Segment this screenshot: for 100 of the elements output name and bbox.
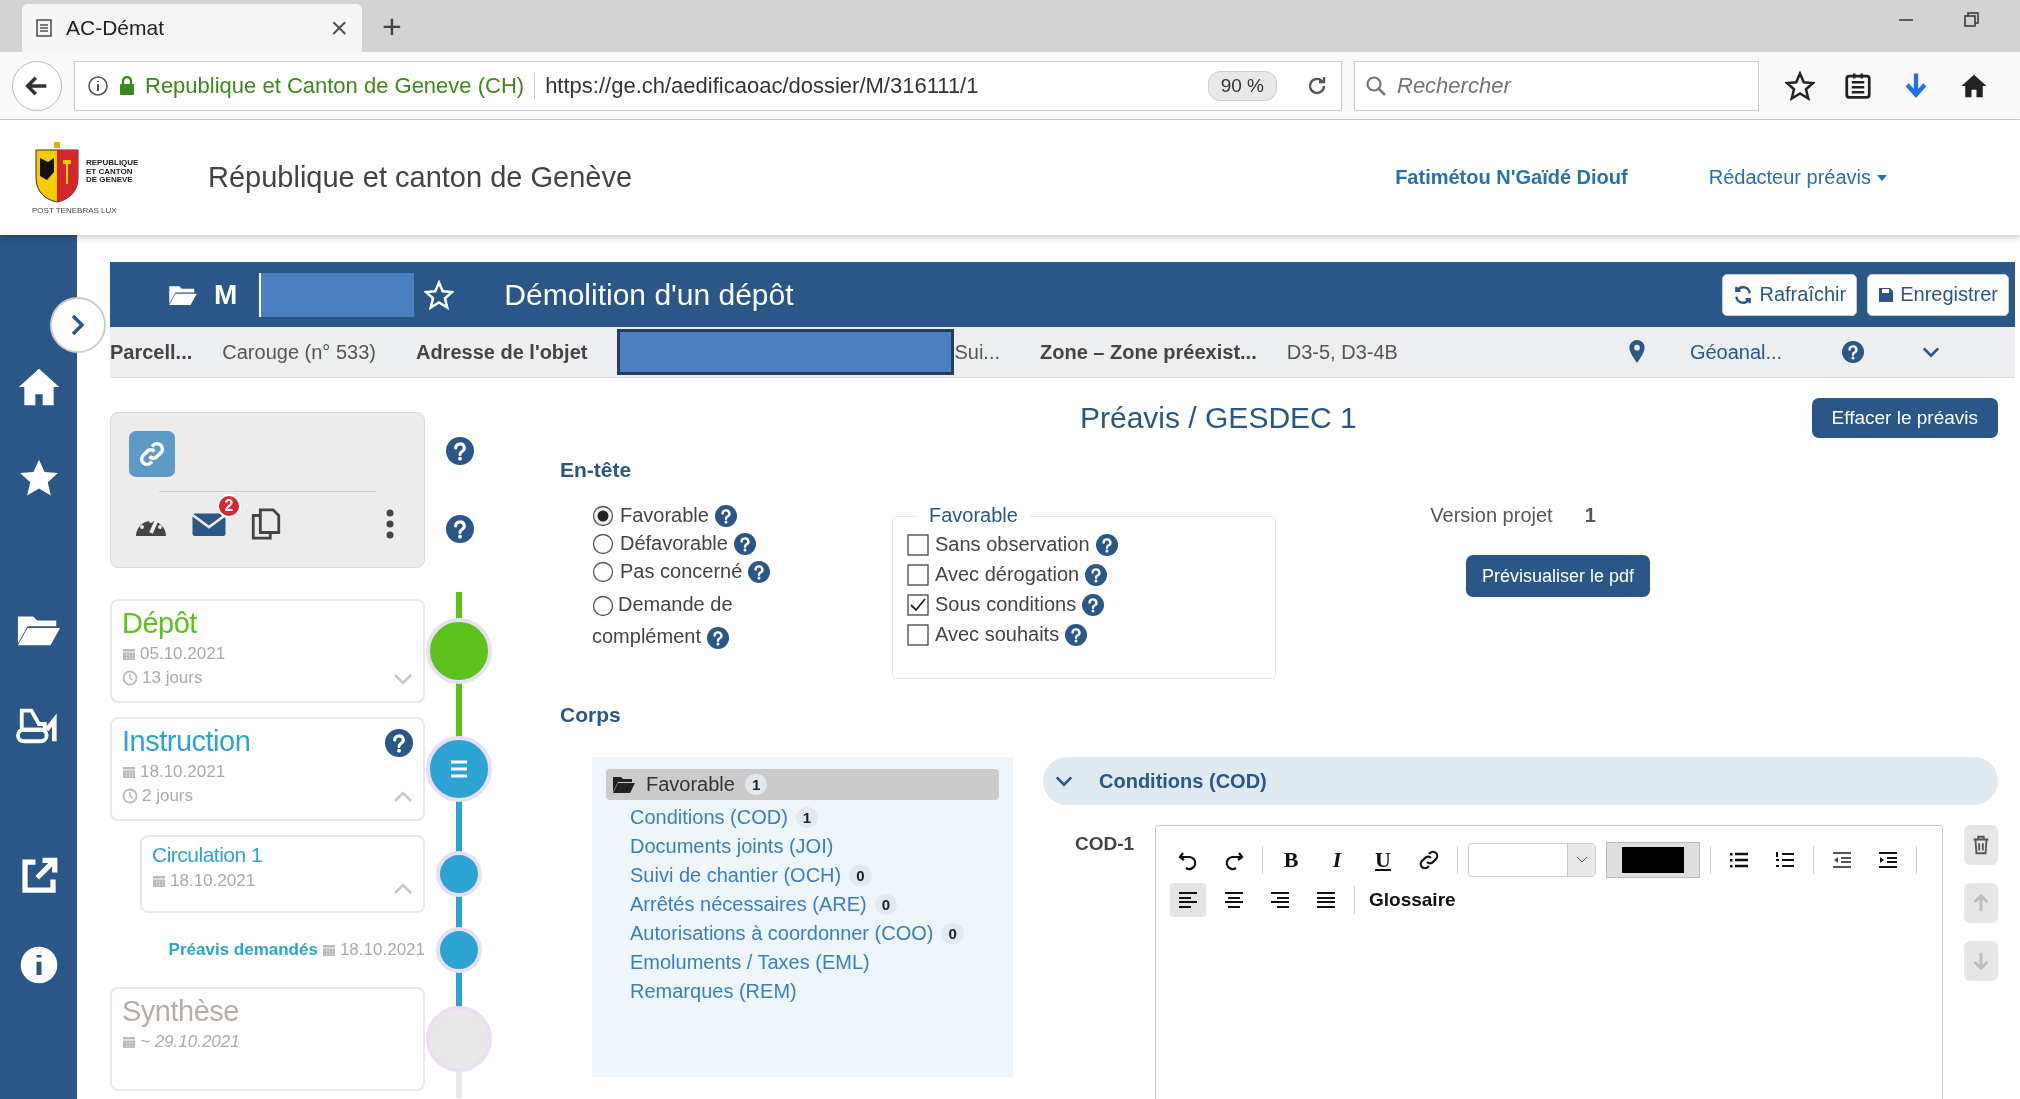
- radio-option[interactable]: Demande de complément: [592, 588, 742, 652]
- radio-option[interactable]: Pas concerné: [592, 560, 771, 583]
- entry-label: COD-1: [1074, 832, 1136, 856]
- tree-item[interactable]: Conditions (COD) 1: [630, 806, 819, 829]
- count-badge: 1: [744, 774, 768, 795]
- tree-item[interactable]: Documents joints (JOI): [630, 835, 834, 858]
- refresh-button[interactable]: Rafraîchir: [1722, 273, 1858, 316]
- more-options-icon[interactable]: [386, 509, 394, 539]
- stage-date: 05.10.2021: [140, 644, 226, 664]
- browser-tab[interactable]: AC-Démat ×: [22, 4, 362, 52]
- info-icon[interactable]: [18, 945, 59, 985]
- preavis-title: Préavis / GESDEC 1: [1080, 401, 1357, 435]
- chevron-right-icon: [70, 313, 86, 337]
- checkbox[interactable]: [907, 623, 929, 646]
- underline-button[interactable]: U: [1365, 843, 1401, 877]
- radio-button[interactable]: [592, 594, 614, 617]
- refresh-icon: [1733, 284, 1754, 305]
- tab-title: AC-Démat: [66, 16, 166, 40]
- tree-item[interactable]: Autorisations à coordonner (COO) 0: [630, 922, 964, 945]
- radio-button[interactable]: [592, 504, 614, 527]
- help-icon[interactable]: [1842, 341, 1865, 363]
- stage-date: 18.10.2021: [170, 871, 256, 891]
- checkbox[interactable]: [907, 593, 929, 616]
- radio-option[interactable]: Favorable: [592, 504, 737, 527]
- info-label: Zone – Zone préexist...: [1040, 340, 1257, 364]
- map-pin-icon[interactable]: [1627, 339, 1646, 365]
- checkbox-option[interactable]: Avec dérogation: [907, 563, 1108, 586]
- checkbox[interactable]: [907, 533, 929, 556]
- logo-motto: POST TENEBRAS LUX: [32, 206, 118, 215]
- coat-of-arms-icon: [32, 140, 82, 204]
- stage-title: Dépôt: [122, 607, 197, 640]
- text-editor[interactable]: B I U Glossaire: [1155, 825, 1943, 1099]
- calendar-icon: [122, 647, 136, 661]
- stage-date: 18.10.2021: [140, 762, 226, 782]
- info-value: D3-5, D3-4B: [1286, 340, 1398, 364]
- caret-icon: [1877, 174, 1887, 181]
- info-value: Sui...: [954, 340, 1000, 364]
- section-header[interactable]: Conditions (COD): [1043, 757, 1998, 805]
- chevron-down-icon[interactable]: [1922, 346, 1941, 358]
- tree-item[interactable]: Remarques (REM): [630, 980, 797, 1003]
- bookmark-star-icon[interactable]: [1785, 70, 1815, 101]
- checkbox-option[interactable]: Sous conditions: [907, 593, 1105, 616]
- bold-button[interactable]: B: [1273, 843, 1309, 877]
- address-bar[interactable]: Republique et Canton de Geneve (CH) https://ge.ch/aedificaoac/dossier/M/316111/1 90 %: [74, 60, 1342, 111]
- link-icon: [1417, 848, 1441, 872]
- checkbox-option[interactable]: Avec souhaits: [907, 623, 1088, 646]
- calendar-icon: [122, 765, 136, 779]
- color-picker[interactable]: [1606, 842, 1700, 878]
- stage-title: Instruction: [122, 725, 251, 758]
- back-button[interactable]: [12, 60, 62, 111]
- help-icon[interactable]: [1082, 593, 1105, 616]
- user-name[interactable]: Fatimétou N'Gaïdé Diouf: [1395, 166, 1628, 189]
- version-label: Version projet: [1430, 504, 1553, 527]
- dossier-title: Démolition d'un dépôt: [504, 277, 794, 312]
- star-icon[interactable]: [424, 279, 455, 310]
- search-field[interactable]: Rechercher: [1354, 60, 1759, 111]
- stage-title: Synthèse: [122, 995, 239, 1028]
- info-icon[interactable]: [87, 74, 109, 97]
- stage-duration: 13 jours: [142, 668, 203, 688]
- tree-item[interactable]: Suivi de chantier (OCH) 0: [630, 864, 872, 887]
- info-label: Parcell...: [110, 340, 193, 364]
- radio-button[interactable]: [592, 532, 614, 555]
- help-icon[interactable]: [445, 437, 474, 465]
- italic-button[interactable]: I: [1319, 843, 1355, 877]
- help-icon[interactable]: [445, 515, 474, 543]
- info-value: Carouge (n° 533): [222, 340, 376, 364]
- help-icon[interactable]: [706, 626, 729, 649]
- glossary-button[interactable]: Glossaire: [1365, 889, 1460, 911]
- tree-item[interactable]: Arrêtés nécessaires (ARE) 0: [630, 893, 898, 916]
- link-icon: [137, 439, 167, 469]
- restore-icon[interactable]: [1964, 12, 1980, 28]
- preview-pdf-button[interactable]: Prévisualiser le pdf: [1466, 555, 1651, 597]
- help-icon[interactable]: [1065, 623, 1088, 646]
- tree-item[interactable]: Emoluments / Taxes (EML): [630, 951, 870, 974]
- save-button[interactable]: Enregistrer: [1867, 273, 2009, 316]
- help-icon[interactable]: [748, 560, 771, 583]
- checkbox[interactable]: [907, 563, 929, 586]
- delete-button[interactable]: [1964, 825, 1998, 865]
- radio-button[interactable]: [592, 560, 614, 583]
- notification-badge: 2: [217, 494, 241, 518]
- geo-link[interactable]: Géoanal...: [1689, 340, 1783, 364]
- stage-date: ~ 29.10.2021: [140, 1032, 240, 1052]
- tree-folder[interactable]: Favorable 1: [606, 769, 999, 800]
- zoom-level[interactable]: 90 %: [1207, 70, 1277, 101]
- align-left-button[interactable]: [1170, 883, 1206, 917]
- copy-icon[interactable]: [249, 507, 283, 541]
- section-heading: Corps: [560, 703, 621, 727]
- help-icon[interactable]: [733, 532, 756, 555]
- role-dropdown[interactable]: Rédacteur préavis: [1702, 165, 1893, 190]
- tab-close-button[interactable]: ×: [330, 11, 348, 45]
- help-icon[interactable]: [714, 504, 737, 527]
- help-icon[interactable]: [1095, 533, 1118, 556]
- help-icon[interactable]: [1085, 563, 1108, 586]
- erase-button[interactable]: Effacer le préavis: [1811, 398, 1998, 438]
- expand-sidebar-button[interactable]: [50, 297, 106, 353]
- new-tab-button[interactable]: +: [376, 5, 408, 47]
- checkbox-option[interactable]: Sans observation: [907, 533, 1118, 556]
- site-title: République et canton de Genève: [208, 161, 633, 194]
- radio-option[interactable]: Défavorable: [592, 532, 756, 555]
- help-icon[interactable]: [385, 729, 413, 757]
